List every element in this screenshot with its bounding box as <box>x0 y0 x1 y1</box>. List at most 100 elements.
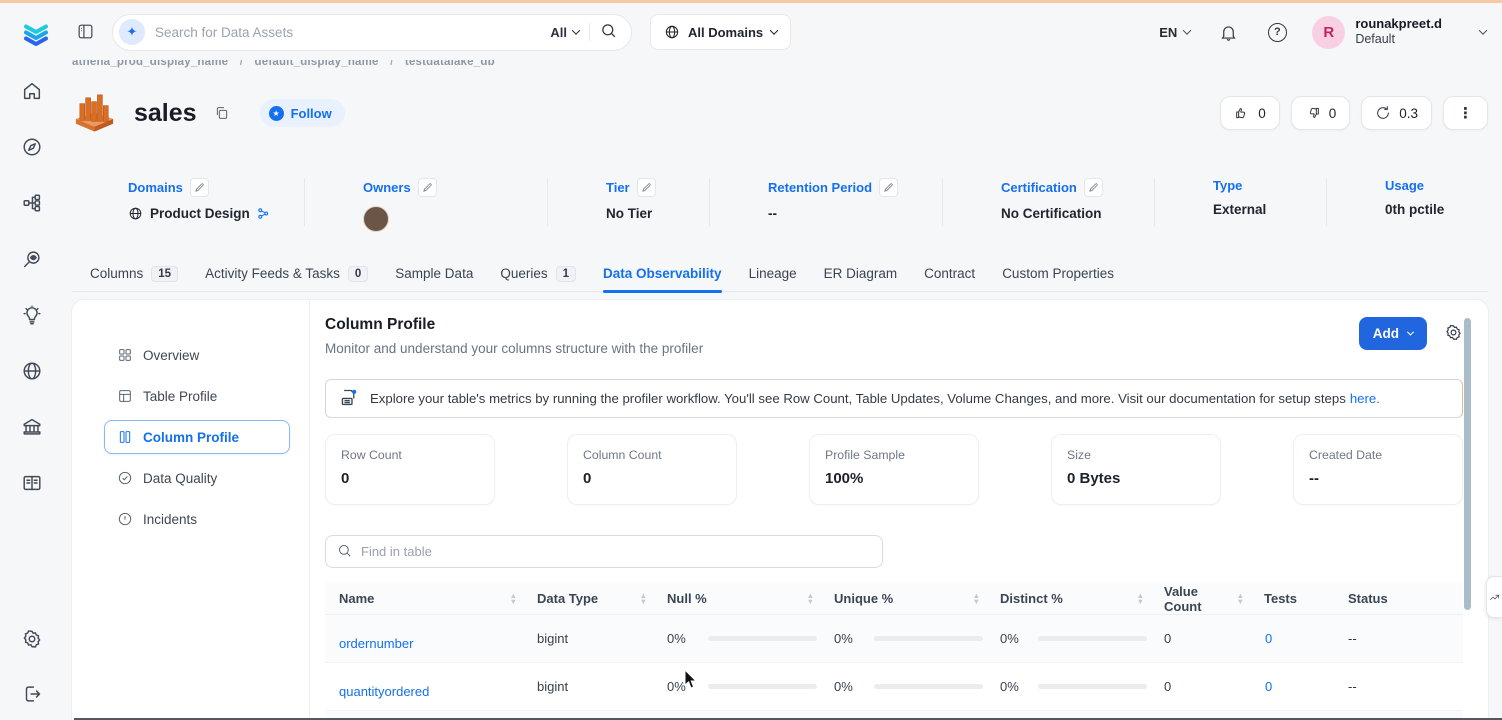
logout-icon[interactable] <box>20 682 44 706</box>
tab-data-observability[interactable]: Data Observability <box>603 256 722 292</box>
null-pct-value: 0% <box>667 679 686 694</box>
tests-link[interactable]: 0 <box>1252 679 1336 694</box>
find-in-table-input[interactable] <box>361 544 871 559</box>
column-name-link[interactable]: ordernumber <box>339 636 413 651</box>
col-header-null-pct[interactable]: Null %▲▼ <box>655 591 822 606</box>
explore-compass-icon[interactable] <box>20 135 44 159</box>
right-panel-expand-handle[interactable] <box>1486 576 1502 618</box>
settings-gear-icon[interactable] <box>20 627 44 651</box>
global-search[interactable]: ✦ All <box>112 14 632 51</box>
meta-domains: Domains Product Design <box>72 168 305 238</box>
tab-sample-data[interactable]: Sample Data <box>395 256 473 292</box>
col-header-distinct-pct[interactable]: Distinct %▲▼ <box>988 591 1152 606</box>
col-header-tests: Tests <box>1252 591 1336 606</box>
help-icon[interactable]: ? <box>1266 21 1288 43</box>
user-avatar[interactable]: R <box>1312 16 1345 49</box>
check-circle-icon <box>117 470 133 486</box>
sort-icon[interactable]: ▲▼ <box>640 593 647 605</box>
nav-table-profile[interactable]: Table Profile <box>104 379 290 413</box>
search-icon[interactable] <box>600 22 617 42</box>
notifications-bell-icon[interactable] <box>1217 21 1239 43</box>
unique-pct-bar <box>874 636 983 641</box>
tab-lineage[interactable]: Lineage <box>749 256 797 292</box>
sort-icon[interactable]: ▲▼ <box>1237 593 1244 605</box>
tab-columns[interactable]: Columns15 <box>90 256 178 292</box>
column-name-link[interactable]: quantityordered <box>339 684 429 699</box>
tab-activity-feeds[interactable]: Activity Feeds & Tasks0 <box>205 256 368 292</box>
app-rail <box>0 3 64 720</box>
unique-pct-value: 0% <box>834 679 853 694</box>
unique-pct-bar <box>874 684 983 689</box>
nav-incidents[interactable]: Incidents <box>104 502 290 536</box>
domains-globe-icon[interactable] <box>20 359 44 383</box>
edit-pencil-icon[interactable] <box>879 178 898 197</box>
all-domains-dropdown[interactable]: All Domains <box>650 14 791 50</box>
ai-sparkle-icon[interactable]: ✦ <box>119 19 145 45</box>
observability-search-icon[interactable] <box>20 247 44 271</box>
glossary-book-icon[interactable] <box>20 471 44 495</box>
vertical-scrollbar[interactable] <box>1464 318 1471 610</box>
app-logo-icon[interactable] <box>22 20 50 49</box>
col-header-name[interactable]: Name▲▼ <box>325 591 525 606</box>
entity-header: sales ★ Follow 0 0 0.3 ⋮ <box>72 84 1488 142</box>
col-header-value-count[interactable]: Value Count▲▼ <box>1152 584 1252 614</box>
owner-photo-avatar[interactable] <box>363 206 389 232</box>
chevron-down-icon <box>1183 26 1191 34</box>
add-button[interactable]: Add <box>1359 317 1427 350</box>
domain-value[interactable]: Product Design <box>150 206 250 221</box>
version-history-button[interactable]: 0.3 <box>1361 96 1432 130</box>
nav-overview[interactable]: Overview <box>104 338 290 372</box>
tab-custom-properties[interactable]: Custom Properties <box>1002 256 1114 292</box>
lineage-hierarchy-icon[interactable] <box>20 191 44 215</box>
govern-bank-icon[interactable] <box>20 415 44 439</box>
meta-certification: Certification No Certification <box>943 168 1155 238</box>
follow-star-icon: ★ <box>269 106 284 121</box>
sort-icon[interactable]: ▲▼ <box>807 593 814 605</box>
edit-pencil-icon[interactable] <box>190 178 209 197</box>
breadcrumb-item-database[interactable]: default_display_name <box>255 60 379 68</box>
col-header-unique-pct[interactable]: Unique %▲▼ <box>822 591 988 606</box>
downvote-button[interactable]: 0 <box>1291 96 1351 130</box>
user-name: rounakpreet.d <box>1355 16 1442 32</box>
status-cell: -- <box>1336 679 1463 694</box>
tab-count-badge: 0 <box>348 266 368 282</box>
stat-profile-sample: Profile Sample 100% <box>809 434 979 505</box>
sidebar-toggle-icon[interactable] <box>76 22 96 42</box>
search-scope-dropdown[interactable]: All <box>550 25 579 40</box>
edit-pencil-icon[interactable] <box>1084 178 1103 197</box>
tab-contract[interactable]: Contract <box>924 256 975 292</box>
distinct-pct-value: 0% <box>1000 631 1019 646</box>
domain-link-icon[interactable] <box>257 207 270 220</box>
search-input[interactable] <box>155 25 540 40</box>
stat-column-count: Column Count 0 <box>567 434 737 505</box>
data-type-cell: bigint <box>525 631 655 646</box>
tab-queries[interactable]: Queries1 <box>500 256 576 292</box>
home-icon[interactable] <box>20 79 44 103</box>
sort-icon[interactable]: ▲▼ <box>1137 593 1144 605</box>
docs-link[interactable]: here. <box>1350 391 1380 406</box>
kebab-icon: ⋮ <box>1458 104 1473 122</box>
more-actions-button[interactable]: ⋮ <box>1443 96 1488 130</box>
tab-er-diagram[interactable]: ER Diagram <box>824 256 898 292</box>
profiler-settings-gear-icon[interactable] <box>1444 323 1463 345</box>
breadcrumb-item-service[interactable]: athena_prod_display_name <box>72 60 228 68</box>
language-dropdown[interactable]: EN <box>1159 25 1190 40</box>
edit-pencil-icon[interactable] <box>637 178 656 197</box>
sort-icon[interactable]: ▲▼ <box>973 593 980 605</box>
insights-lightbulb-icon[interactable] <box>20 303 44 327</box>
user-menu[interactable]: rounakpreet.d Default <box>1355 16 1442 48</box>
nav-data-quality[interactable]: Data Quality <box>104 461 290 495</box>
edit-pencil-icon[interactable] <box>418 178 437 197</box>
table-header-row: Name▲▼ Data Type▲▼ Null %▲▼ Unique %▲▼ D… <box>325 583 1463 615</box>
copy-icon[interactable] <box>210 101 234 125</box>
follow-button[interactable]: ★ Follow <box>260 99 345 127</box>
find-in-table[interactable] <box>325 535 883 568</box>
tests-link[interactable]: 0 <box>1252 631 1336 646</box>
sort-icon[interactable]: ▲▼ <box>510 593 517 605</box>
col-header-data-type[interactable]: Data Type▲▼ <box>525 591 655 606</box>
domain-globe-icon <box>128 206 143 221</box>
breadcrumb-item-schema[interactable]: testdatalake_db <box>405 60 495 68</box>
nav-column-profile[interactable]: Column Profile <box>104 420 290 454</box>
user-menu-chevron-icon[interactable] <box>1479 26 1487 34</box>
upvote-button[interactable]: 0 <box>1220 96 1280 130</box>
